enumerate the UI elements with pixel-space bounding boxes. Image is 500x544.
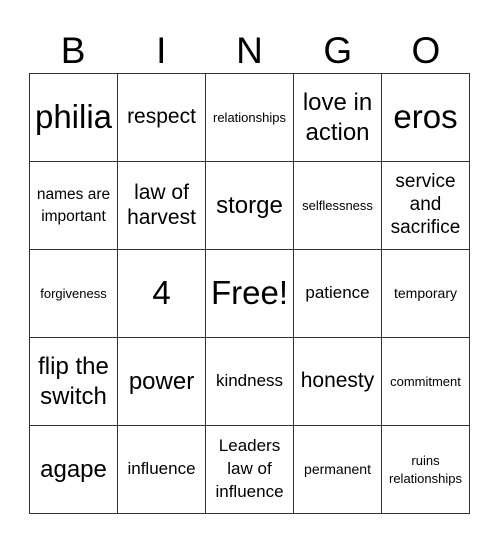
free-space-cell[interactable]: Free! — [206, 250, 294, 338]
bingo-cell[interactable]: law of harvest — [118, 162, 206, 250]
bingo-cell[interactable]: service and sacrifice — [382, 162, 470, 250]
bingo-cell[interactable]: commitment — [382, 338, 470, 426]
bingo-cell[interactable]: power — [118, 338, 206, 426]
bingo-cell[interactable]: relationships — [206, 74, 294, 162]
header-letter-b: B — [60, 30, 86, 71]
header-letter-i: I — [156, 30, 167, 71]
bingo-cell[interactable]: selflessness — [294, 162, 382, 250]
bingo-cell[interactable]: names are important — [30, 162, 118, 250]
bingo-cell[interactable]: kindness — [206, 338, 294, 426]
bingo-cell[interactable]: storge — [206, 162, 294, 250]
bingo-cell[interactable]: eros — [382, 74, 470, 162]
bingo-cell[interactable]: 4 — [118, 250, 206, 338]
bingo-cell[interactable]: permanent — [294, 426, 382, 514]
bingo-cell[interactable]: patience — [294, 250, 382, 338]
bingo-cell[interactable]: love in action — [294, 74, 382, 162]
bingo-header: B I N G O — [29, 28, 470, 73]
bingo-cell[interactable]: agape — [30, 426, 118, 514]
bingo-cell[interactable]: respect — [118, 74, 206, 162]
bingo-cell[interactable]: honesty — [294, 338, 382, 426]
bingo-cell[interactable]: philia — [30, 74, 118, 162]
bingo-cell[interactable]: temporary — [382, 250, 470, 338]
header-letter-n: N — [236, 30, 263, 71]
bingo-cell[interactable]: Leaders law of influence — [206, 426, 294, 514]
bingo-cell[interactable]: forgiveness — [30, 250, 118, 338]
bingo-cell[interactable]: ruins relationships — [382, 426, 470, 514]
header-letter-g: G — [323, 30, 353, 71]
bingo-cell[interactable]: influence — [118, 426, 206, 514]
bingo-card-grid: philia respect relationships love in act… — [29, 73, 470, 514]
bingo-cell[interactable]: flip the switch — [30, 338, 118, 426]
header-letter-o: O — [411, 30, 441, 71]
